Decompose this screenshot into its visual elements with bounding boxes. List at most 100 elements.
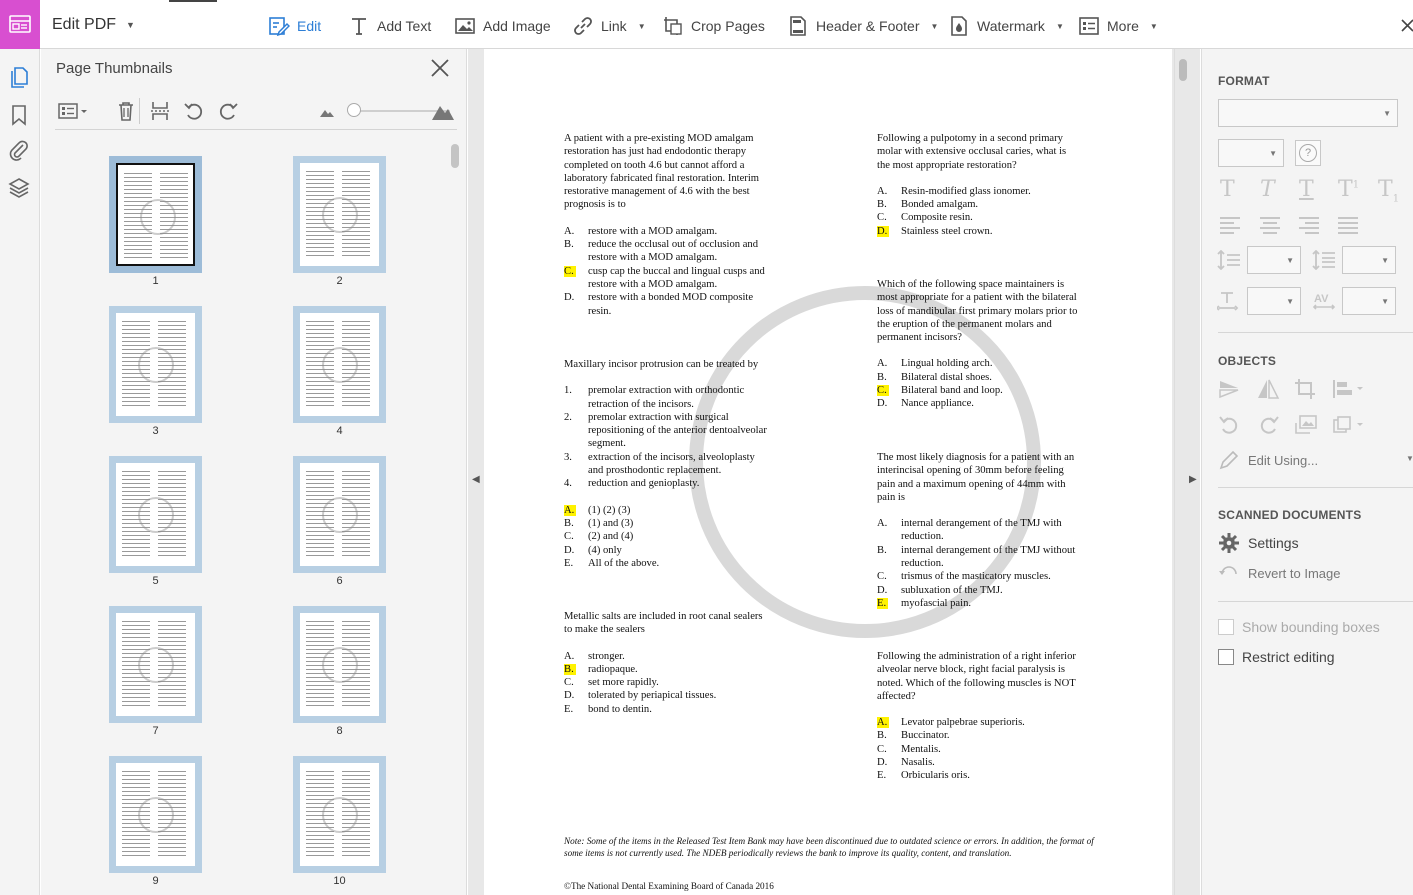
edit-button[interactable]: Edit bbox=[268, 14, 321, 38]
rotate-counterclockwise-icon[interactable] bbox=[183, 100, 205, 122]
page-thumbnail[interactable] bbox=[109, 306, 202, 423]
add-text-button[interactable]: Add Text bbox=[348, 14, 431, 38]
thumbnail-page-preview bbox=[300, 463, 379, 566]
page-thumbnail[interactable] bbox=[293, 756, 386, 873]
show-bounding-boxes-checkbox[interactable]: Show bounding boxes bbox=[1218, 619, 1380, 635]
watermark-button[interactable]: Watermark ▼ bbox=[948, 14, 1064, 38]
collapse-right-panel-icon[interactable]: ▶ bbox=[1189, 474, 1197, 485]
settings-button[interactable]: Settings bbox=[1218, 532, 1299, 554]
add-image-button[interactable]: Add Image bbox=[454, 14, 551, 38]
font-size-select[interactable]: ▼ bbox=[1218, 139, 1284, 167]
option-letter-highlighted: A. bbox=[877, 717, 890, 729]
more-button[interactable]: More ▼ bbox=[1078, 14, 1158, 38]
help-button[interactable]: ? bbox=[1295, 140, 1321, 166]
answer-option: E. bond to dentin. bbox=[564, 703, 794, 716]
question[interactable]: Which of the following space maintainers… bbox=[877, 278, 1107, 411]
arrange-objects-icon[interactable] bbox=[1332, 379, 1366, 399]
question-stem: A patient with a pre-existing MOD amalga… bbox=[564, 133, 760, 211]
option-letter: C. bbox=[564, 531, 574, 543]
character-spacing-select[interactable]: ▼ bbox=[1342, 287, 1396, 315]
flip-horizontal-icon[interactable] bbox=[1256, 379, 1280, 399]
attachments-icon[interactable] bbox=[7, 138, 31, 162]
edit-pdf-tool-tile[interactable] bbox=[0, 0, 40, 49]
page-thumbnail[interactable] bbox=[109, 456, 202, 573]
revert-to-image-button[interactable]: Revert to Image bbox=[1218, 564, 1341, 582]
thumbnail-page-number: 8 bbox=[336, 725, 343, 737]
replace-image-icon[interactable] bbox=[1294, 415, 1318, 435]
answer-option: A. restore with a MOD amalgam. bbox=[564, 225, 794, 238]
close-tool-button[interactable] bbox=[1399, 14, 1413, 36]
options-menu-icon[interactable] bbox=[57, 100, 89, 122]
crop-image-icon[interactable] bbox=[1294, 379, 1318, 399]
chevron-down-icon[interactable]: ▼ bbox=[1150, 22, 1158, 31]
page-thumbnail[interactable] bbox=[293, 306, 386, 423]
page-thumbnail[interactable] bbox=[109, 606, 202, 723]
page-thumbnail[interactable] bbox=[293, 456, 386, 573]
justify-icon[interactable] bbox=[1336, 215, 1360, 235]
font-family-select[interactable]: ▼ bbox=[1218, 99, 1398, 127]
option-letter: C. bbox=[564, 677, 574, 689]
question[interactable]: Following the administration of a right … bbox=[877, 650, 1107, 783]
add-image-label: Add Image bbox=[483, 18, 551, 34]
line-spacing-select[interactable]: ▼ bbox=[1247, 246, 1301, 274]
page-thumbnail[interactable] bbox=[109, 756, 202, 873]
italic-icon[interactable]: T bbox=[1260, 177, 1275, 202]
page-thumbnail[interactable] bbox=[293, 606, 386, 723]
zoom-slider-knob[interactable] bbox=[347, 103, 361, 117]
page-thumbnail[interactable] bbox=[109, 156, 202, 273]
horizontal-scaling-select[interactable]: ▼ bbox=[1247, 287, 1301, 315]
edit-using-dropdown[interactable]: Edit Using... ▼ bbox=[1218, 449, 1413, 471]
document-view: ◀ A patient with a pre-existing MOD amal… bbox=[468, 49, 1200, 895]
option-text: radiopaque. bbox=[588, 663, 638, 675]
thumbnail-page-preview bbox=[300, 313, 379, 416]
superscript-icon[interactable]: T1 bbox=[1338, 177, 1359, 202]
link-button[interactable]: Link ▼ bbox=[572, 14, 646, 38]
bookmarks-icon[interactable] bbox=[7, 103, 31, 127]
page-thumbnails-panel: Page Thumbnails 1 2 3 4 5 6 7 8 9 10 bbox=[41, 49, 467, 895]
thumbnail-page-number: 5 bbox=[152, 575, 159, 587]
align-left-icon[interactable] bbox=[1218, 215, 1242, 235]
crop-pages-button[interactable]: Crop Pages bbox=[662, 14, 765, 38]
flip-vertical-icon[interactable] bbox=[1218, 379, 1242, 399]
close-icon[interactable] bbox=[429, 57, 451, 79]
settings-label: Settings bbox=[1248, 535, 1299, 551]
answer-options: A. Resin-modified glass ionomer. B. Bonded… bbox=[877, 185, 1107, 238]
document-scrollbar[interactable] bbox=[1179, 59, 1187, 81]
split-pages-icon[interactable] bbox=[149, 100, 171, 122]
chevron-down-icon[interactable]: ▼ bbox=[931, 22, 939, 31]
option-text: (1) (2) (3) bbox=[588, 504, 631, 516]
chevron-down-icon: ▼ bbox=[1381, 297, 1389, 306]
question[interactable]: The most likely diagnosis for a patient … bbox=[877, 451, 1107, 610]
rotate-object-counterclockwise-icon[interactable] bbox=[1218, 415, 1242, 435]
option-letter-highlighted: B. bbox=[564, 663, 576, 675]
chevron-down-icon[interactable]: ▼ bbox=[1056, 22, 1064, 31]
delete-pages-icon[interactable] bbox=[115, 100, 137, 122]
rotate-clockwise-icon[interactable] bbox=[217, 100, 239, 122]
question[interactable]: A patient with a pre-existing MOD amalga… bbox=[564, 132, 794, 318]
rotate-object-clockwise-icon[interactable] bbox=[1256, 415, 1280, 435]
subscript-icon[interactable]: T1 bbox=[1378, 177, 1399, 204]
align-center-icon[interactable] bbox=[1258, 215, 1282, 235]
chevron-down-icon[interactable]: ▼ bbox=[638, 22, 646, 31]
underline-icon[interactable]: T bbox=[1299, 177, 1314, 202]
collapse-left-panel-icon[interactable]: ◀ bbox=[472, 474, 480, 485]
tool-title-dropdown[interactable]: Edit PDF ▼ bbox=[52, 16, 135, 34]
question[interactable]: Following a pulpotomy in a second primar… bbox=[877, 132, 1107, 238]
page-thumbnail[interactable] bbox=[293, 156, 386, 273]
thumbnail-text-lines bbox=[306, 171, 374, 257]
link-icon bbox=[574, 17, 592, 35]
pdf-page[interactable]: A patient with a pre-existing MOD amalga… bbox=[484, 49, 1172, 895]
thumbnail-page-preview bbox=[300, 163, 379, 266]
distribute-objects-icon[interactable] bbox=[1332, 415, 1366, 435]
font-color-icon[interactable]: T bbox=[1220, 177, 1235, 202]
thumbnails-scrollbar[interactable] bbox=[451, 144, 459, 168]
restrict-editing-checkbox[interactable]: Restrict editing bbox=[1218, 649, 1335, 665]
header-footer-button[interactable]: Header & Footer ▼ bbox=[787, 14, 938, 38]
question[interactable]: Maxillary incisor protrusion can be trea… bbox=[564, 358, 794, 570]
align-right-icon[interactable] bbox=[1297, 215, 1321, 235]
layers-icon[interactable] bbox=[7, 176, 31, 200]
page-thumbnails-icon[interactable] bbox=[7, 65, 31, 89]
answer-option: C. Composite resin. bbox=[877, 211, 1107, 224]
paragraph-spacing-select[interactable]: ▼ bbox=[1342, 246, 1396, 274]
question[interactable]: Metallic salts are included in root cana… bbox=[564, 610, 794, 716]
